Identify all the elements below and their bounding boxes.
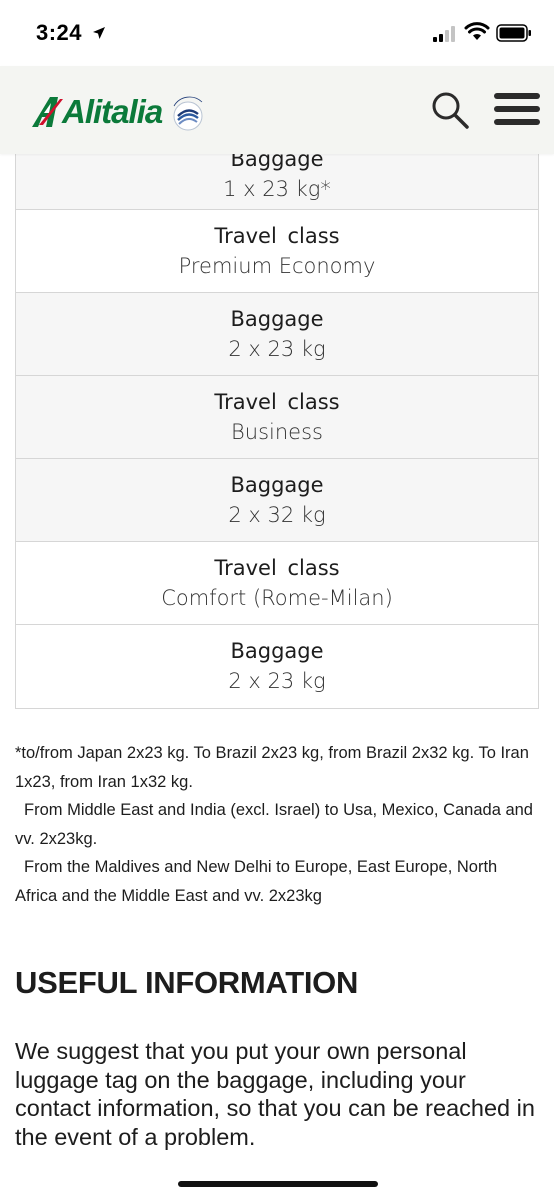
baggage-allowance-table: Baggage 1 x 23 kg* Travel class Premium … (15, 124, 539, 709)
status-bar: 3:24 (0, 0, 554, 66)
row-value: 1 x 23 kg* (223, 177, 331, 201)
status-time: 3:24 (36, 20, 83, 45)
row-value: Premium Economy (178, 253, 376, 278)
useful-information-heading: USEFUL INFORMATION (15, 965, 359, 1000)
row-value: 2 x 23 kg (228, 336, 326, 361)
row-label: Travel class (214, 389, 340, 414)
alitalia-logo[interactable]: Alitalia (30, 90, 210, 134)
home-indicator[interactable] (178, 1181, 378, 1187)
table-row: Travel class Business (16, 376, 538, 459)
row-label: Baggage (230, 472, 324, 497)
table-row: Travel class Premium Economy (16, 210, 538, 293)
footnote-line: From Middle East and India (excl. Israel… (15, 801, 533, 848)
skyteam-badge-icon (173, 96, 203, 131)
cellular-signal-icon (433, 26, 455, 42)
baggage-footnote: *to/from Japan 2x23 kg. To Brazil 2x23 k… (15, 739, 540, 910)
footnote-line: From the Maldives and New Delhi to Europ… (15, 858, 498, 905)
footnote-line: *to/from Japan 2x23 kg. To Brazil 2x23 k… (15, 744, 529, 791)
useful-information-body: We suggest that you put your own persona… (15, 1038, 535, 1150)
table-row: Travel class Comfort (Rome-Milan) (16, 542, 538, 625)
row-value: 2 x 23 kg (228, 669, 326, 693)
alitalia-a-mark-icon (32, 97, 63, 127)
row-value: Business (231, 419, 323, 444)
row-label: Baggage (230, 639, 324, 663)
table-row: Baggage 2 x 23 kg (16, 293, 538, 376)
row-label: Travel class (214, 555, 340, 580)
site-header: Alitalia (0, 66, 554, 154)
row-label: Travel class (214, 223, 340, 248)
row-label: Baggage (230, 306, 324, 331)
brand-wordmark: Alitalia (62, 93, 163, 130)
menu-bar (494, 93, 540, 99)
row-value: Comfort (Rome-Milan) (161, 585, 393, 610)
menu-bar (494, 119, 540, 125)
table-row: Baggage 2 x 23 kg (16, 625, 538, 708)
battery-icon (496, 24, 531, 42)
hamburger-menu-icon[interactable] (494, 93, 540, 127)
menu-bar (494, 106, 540, 112)
location-arrow-icon (93, 27, 105, 39)
wifi-icon (464, 22, 490, 40)
search-icon[interactable] (430, 90, 470, 130)
table-row: Baggage 2 x 32 kg (16, 459, 538, 542)
row-value: 2 x 32 kg (228, 502, 326, 527)
